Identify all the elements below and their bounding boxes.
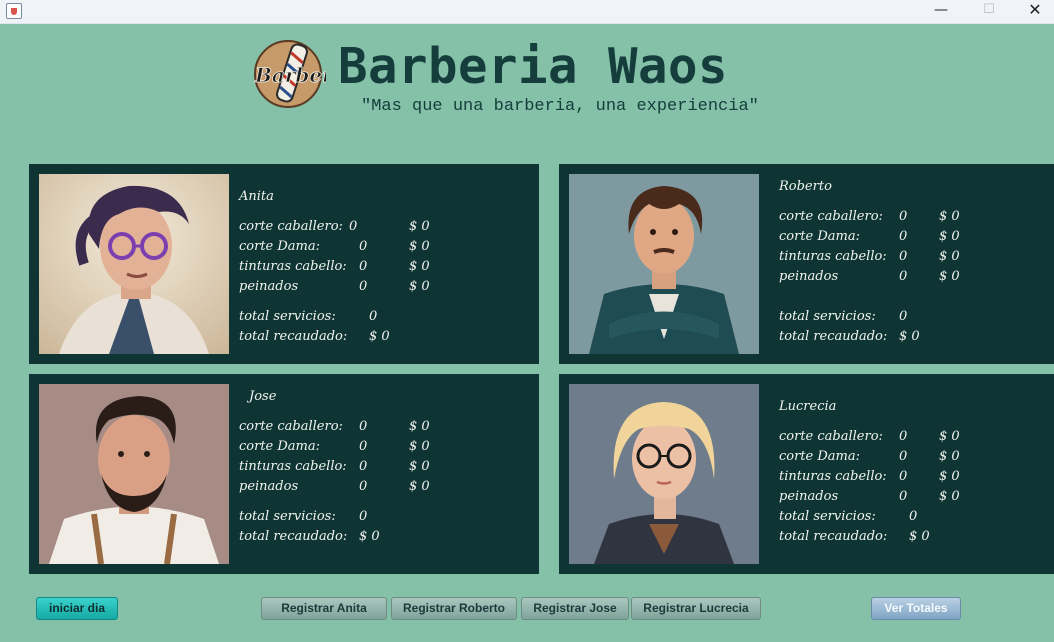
peinados-amount: $ 0 xyxy=(409,279,430,294)
close-button[interactable]: ✕ xyxy=(1012,0,1054,24)
corte-dama-label: corte Dama: xyxy=(779,229,861,244)
tinturas-amount: $ 0 xyxy=(409,259,430,274)
corte-dama-label: corte Dama: xyxy=(779,449,861,464)
barber-name: Jose xyxy=(249,389,277,404)
corte-caballero-amount: $ 0 xyxy=(409,219,430,234)
total-recaudado-value: $ 0 xyxy=(899,329,920,344)
total-recaudado-value: $ 0 xyxy=(359,529,380,544)
peinados-label: peinados xyxy=(779,269,839,284)
barber-card-anita: Anita corte caballero: 0 $ 0 corte Dama:… xyxy=(29,164,539,364)
corte-caballero-amount: $ 0 xyxy=(409,419,430,434)
total-servicios-label: total servicios: xyxy=(779,309,876,324)
peinados-qty: 0 xyxy=(359,279,368,294)
window-titlebar: — ☐ ✕ xyxy=(0,0,1054,24)
total-recaudado-label: total recaudado: xyxy=(779,329,888,344)
corte-dama-qty: 0 xyxy=(359,439,368,454)
barber-logo: Barber xyxy=(250,38,335,110)
barber-name: Lucrecia xyxy=(779,399,837,414)
corte-caballero-qty: 0 xyxy=(349,219,358,234)
peinados-amount: $ 0 xyxy=(409,479,430,494)
corte-dama-label: corte Dama: xyxy=(239,239,321,254)
barber-card-roberto: Roberto corte caballero: 0 $ 0 corte Dam… xyxy=(559,164,1054,364)
corte-dama-amount: $ 0 xyxy=(409,239,430,254)
corte-caballero-amount: $ 0 xyxy=(939,429,960,444)
corte-dama-amount: $ 0 xyxy=(939,229,960,244)
peinados-amount: $ 0 xyxy=(939,489,960,504)
barber-card-jose: Jose corte caballero: 0 $ 0 corte Dama: … xyxy=(29,374,539,574)
tinturas-label: tinturas cabello: xyxy=(239,259,347,274)
barber-portrait-jose xyxy=(39,384,229,564)
corte-dama-label: corte Dama: xyxy=(239,439,321,454)
total-recaudado-value: $ 0 xyxy=(909,529,930,544)
total-recaudado-label: total recaudado: xyxy=(779,529,888,544)
app-title: Barberia Waos xyxy=(338,38,729,95)
total-servicios-value: 0 xyxy=(899,309,908,324)
peinados-amount: $ 0 xyxy=(939,269,960,284)
barber-portrait-lucrecia xyxy=(569,384,759,564)
register-roberto-button[interactable]: Registrar Roberto xyxy=(391,597,517,620)
total-servicios-label: total servicios: xyxy=(239,309,336,324)
tinturas-label: tinturas cabello: xyxy=(239,459,347,474)
register-lucrecia-button[interactable]: Registrar Lucrecia xyxy=(631,597,761,620)
total-servicios-label: total servicios: xyxy=(239,509,336,524)
register-anita-button[interactable]: Registrar Anita xyxy=(261,597,387,620)
corte-caballero-qty: 0 xyxy=(899,209,908,224)
tinturas-qty: 0 xyxy=(359,459,368,474)
corte-caballero-label: corte caballero: xyxy=(779,429,883,444)
tinturas-qty: 0 xyxy=(899,249,908,264)
tinturas-label: tinturas cabello: xyxy=(779,249,887,264)
peinados-label: peinados xyxy=(779,489,839,504)
tinturas-amount: $ 0 xyxy=(409,459,430,474)
corte-dama-amount: $ 0 xyxy=(409,439,430,454)
total-recaudado-label: total recaudado: xyxy=(239,529,348,544)
register-jose-button[interactable]: Registrar Jose xyxy=(521,597,629,620)
total-servicios-value: 0 xyxy=(909,509,918,524)
barber-name: Anita xyxy=(239,189,274,204)
total-recaudado-label: total recaudado: xyxy=(239,329,348,344)
total-recaudado-value: $ 0 xyxy=(369,329,390,344)
start-day-button[interactable]: iniciar dia xyxy=(36,597,118,620)
java-app-icon xyxy=(6,3,22,19)
tinturas-qty: 0 xyxy=(899,469,908,484)
total-servicios-value: 0 xyxy=(359,509,368,524)
corte-dama-qty: 0 xyxy=(899,449,908,464)
minimize-button[interactable]: — xyxy=(918,0,964,24)
maximize-button[interactable]: ☐ xyxy=(966,0,1012,24)
peinados-qty: 0 xyxy=(899,489,908,504)
barber-card-lucrecia: Lucrecia corte caballero: 0 $ 0 corte Da… xyxy=(559,374,1054,574)
total-servicios-label: total servicios: xyxy=(779,509,876,524)
peinados-qty: 0 xyxy=(359,479,368,494)
tinturas-amount: $ 0 xyxy=(939,249,960,264)
corte-caballero-label: corte caballero: xyxy=(239,219,343,234)
tinturas-qty: 0 xyxy=(359,259,368,274)
barber-name: Roberto xyxy=(779,179,832,194)
barber-portrait-anita xyxy=(39,174,229,354)
tinturas-label: tinturas cabello: xyxy=(779,469,887,484)
svg-text:Barber: Barber xyxy=(254,63,326,87)
peinados-qty: 0 xyxy=(899,269,908,284)
barber-portrait-roberto xyxy=(569,174,759,354)
corte-caballero-qty: 0 xyxy=(899,429,908,444)
corte-caballero-label: corte caballero: xyxy=(239,419,343,434)
corte-dama-amount: $ 0 xyxy=(939,449,960,464)
corte-dama-qty: 0 xyxy=(899,229,908,244)
corte-caballero-label: corte caballero: xyxy=(779,209,883,224)
corte-caballero-amount: $ 0 xyxy=(939,209,960,224)
peinados-label: peinados xyxy=(239,479,299,494)
corte-dama-qty: 0 xyxy=(359,239,368,254)
peinados-label: peinados xyxy=(239,279,299,294)
total-servicios-value: 0 xyxy=(369,309,378,324)
view-totals-button[interactable]: Ver Totales xyxy=(871,597,961,620)
corte-caballero-qty: 0 xyxy=(359,419,368,434)
app-subtitle: "Mas que una barberia, una experiencia" xyxy=(361,97,759,116)
tinturas-amount: $ 0 xyxy=(939,469,960,484)
